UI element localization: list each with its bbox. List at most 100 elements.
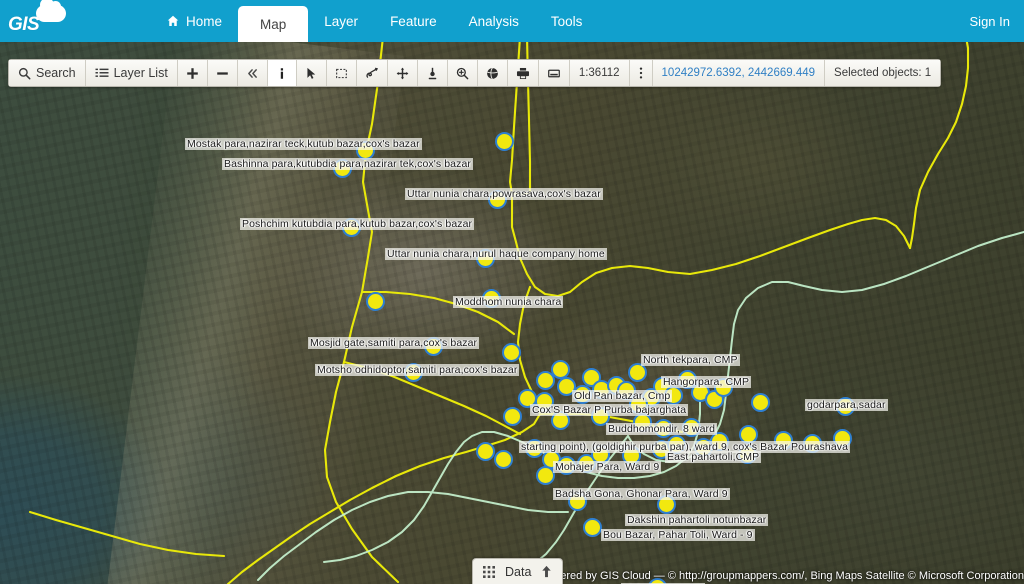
cloud-icon [36,5,66,22]
gis-application: GIS Home Map Layer Feature AnalysisTools Sig… [0,0,1024,584]
map-marker[interactable] [536,371,555,390]
map-marker[interactable] [629,395,648,414]
info-icon [276,67,288,80]
map-marker[interactable] [482,289,501,308]
map-marker[interactable] [342,218,361,237]
map-marker[interactable] [654,419,673,438]
globe-icon [486,67,499,80]
map-marker[interactable] [738,445,757,464]
nav-item-label: Feature [390,14,437,29]
map-marker[interactable] [664,386,683,405]
map-marker[interactable] [591,445,610,464]
map-marker[interactable] [333,159,352,178]
map-marker[interactable] [573,385,592,404]
nav-item-analysis[interactable]: Analysis [453,0,535,42]
print-button[interactable] [508,60,539,86]
more-options-button[interactable] [630,60,653,86]
nav-item-layer[interactable]: Layer [308,0,374,42]
pan-move-icon [396,67,409,80]
list-icon [95,67,109,80]
print-icon [516,67,530,80]
map-marker[interactable] [494,450,513,469]
nav-item-tools[interactable]: Tools [535,0,599,42]
map-marker[interactable] [551,411,570,430]
map-marker[interactable] [476,442,495,461]
map-marker[interactable] [488,190,507,209]
map-marker[interactable] [424,337,443,356]
map-marker[interactable] [536,466,555,485]
map-marker[interactable] [833,429,852,448]
measure-tool-button[interactable] [418,60,448,86]
coordinates-display[interactable]: 10242972.6392, 2442669.449 [653,60,826,86]
pointer-tool-button[interactable] [297,60,327,86]
minus-icon [216,67,229,80]
map-marker[interactable] [774,431,793,450]
scale-display[interactable]: 1:36112 [570,60,630,86]
map-marker[interactable] [535,392,554,411]
map-marker[interactable] [710,432,729,451]
map-marker[interactable] [525,439,544,458]
map-marker[interactable] [803,434,822,453]
map-marker[interactable] [657,495,676,514]
map-marker[interactable] [503,407,522,426]
data-panel-button[interactable]: Data [472,558,563,584]
map-marker[interactable] [356,141,375,160]
nav-item-label: Map [260,17,286,32]
zoom-tool-button[interactable] [448,60,478,86]
freehand-select-icon [365,67,379,80]
map-marker[interactable] [518,389,537,408]
home-icon [166,15,180,27]
map-marker[interactable] [667,435,686,454]
nav-item-home[interactable]: Home [150,0,238,42]
map-marker[interactable] [628,363,647,382]
zoom-in-button[interactable] [178,60,208,86]
zoom-out-button[interactable] [208,60,238,86]
pan-move-button[interactable] [388,60,418,86]
map-marker[interactable] [568,492,587,511]
grid-icon [483,566,495,578]
map-marker[interactable] [739,425,758,444]
data-label: Data [505,565,531,579]
map-marker[interactable] [557,456,576,475]
scale-label: 1:36112 [579,67,620,79]
map-marker[interactable] [622,446,641,465]
plus-icon [186,67,199,80]
map-marker[interactable] [404,363,423,382]
info-tool-button[interactable] [268,60,297,86]
vertical-ellipsis-icon [638,66,644,80]
previous-extent-button[interactable] [238,60,268,86]
map-marker[interactable] [476,249,495,268]
select-rectangle-button[interactable] [327,60,357,86]
map-marker[interactable] [633,413,652,432]
sign-in-button[interactable]: Sign In [970,0,1010,42]
top-navigation-bar: GIS Home Map Layer Feature AnalysisTools Sig… [0,0,1024,42]
selected-objects-label: Selected objects: 1 [834,67,931,79]
double-chevron-left-icon [246,67,259,80]
globe-extent-button[interactable] [478,60,508,86]
nav-item-map[interactable]: Map [238,6,308,42]
map-marker[interactable] [366,292,385,311]
map-marker[interactable] [836,397,855,416]
legend-button[interactable] [539,60,570,86]
nav-item-label: Layer [324,14,358,29]
map-canvas[interactable]: Mostak para,nazirar teck,kutub bazar,cox… [0,42,1024,584]
map-marker[interactable] [751,393,770,412]
map-marker[interactable] [591,407,610,426]
gis-cloud-logo[interactable]: GIS [8,3,68,39]
map-attribution: Powered by GIS Cloud — © http://groupmap… [539,570,1024,582]
freehand-select-button[interactable] [357,60,388,86]
layer-list-button[interactable]: Layer List [86,60,178,86]
brand-label: GIS [8,14,39,36]
map-marker[interactable] [495,132,514,151]
map-marker[interactable] [583,518,602,537]
selected-objects-display: Selected objects: 1 [825,60,940,86]
map-marker[interactable] [502,343,521,362]
search-icon [18,67,31,80]
map-toolbar: Search Layer List [8,59,941,87]
search-label: Search [36,66,76,80]
search-button[interactable]: Search [9,60,86,86]
layer-list-label: Layer List [114,66,168,80]
map-marker[interactable] [714,378,733,397]
map-marker[interactable] [682,418,701,437]
nav-item-feature[interactable]: Feature [374,0,453,42]
